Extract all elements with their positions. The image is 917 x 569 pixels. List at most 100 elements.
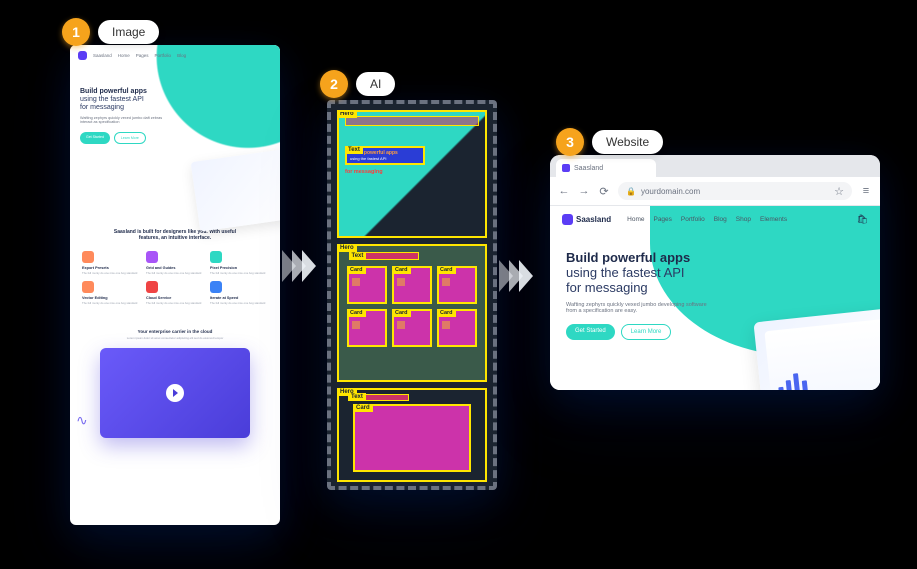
address-bar[interactable]: 🔒 yourdomain.com ☆ bbox=[618, 182, 852, 200]
menu-icon[interactable]: ≡ bbox=[860, 185, 872, 197]
ai-seg-card-label: Card bbox=[437, 309, 456, 317]
feature-icon bbox=[82, 251, 94, 263]
feature-icon bbox=[210, 281, 222, 293]
step-2-number: 2 bbox=[320, 70, 348, 98]
feature-card: Vector EditingThe full monty do one nice… bbox=[82, 281, 140, 305]
mock-features: Saasland is built for designers like you… bbox=[70, 215, 280, 319]
feature-icon bbox=[146, 251, 158, 263]
site-device-mockup bbox=[753, 308, 880, 390]
feature-card: Iterate at SpeedThe full monty do one ni… bbox=[210, 281, 268, 305]
ai-seg-card-label: Card bbox=[392, 309, 411, 317]
feature-card: Grid and GuidesThe full monty do one nic… bbox=[146, 251, 204, 275]
decorative-squiggle-icon: ∿ bbox=[76, 412, 88, 429]
url-text: yourdomain.com bbox=[641, 187, 700, 196]
tab-favicon-icon bbox=[562, 164, 570, 172]
ai-seg-features: Hero Text CardCardCardCardCardCard bbox=[337, 244, 487, 382]
ai-seg-card: Card bbox=[347, 309, 387, 347]
feature-desc: The full monty do one nice one bog stand… bbox=[146, 301, 204, 305]
ai-seg-video-section: Hero Text Card bbox=[337, 388, 487, 482]
ai-text-l2: using the fastest API bbox=[350, 156, 420, 161]
ai-seg-card-label: Card bbox=[347, 309, 366, 317]
ai-seg-nav bbox=[345, 116, 479, 126]
step-1-label: Image bbox=[98, 20, 159, 44]
mock-carrier-section: ∿ Your enterprise carrier in the cloud L… bbox=[70, 319, 280, 454]
mock-nav-3: Blog bbox=[177, 53, 186, 58]
feature-name: Grid and Guides bbox=[146, 266, 204, 270]
feature-card: Export PresetsThe full monty do one nice… bbox=[82, 251, 140, 275]
ai-seg-card: Card bbox=[392, 309, 432, 347]
device-mockup-icon bbox=[191, 148, 280, 231]
site-nav-link[interactable]: Elements bbox=[760, 216, 787, 223]
step-3-number: 3 bbox=[556, 128, 584, 156]
carrier-subtitle: Lorem ipsum dolor sit amet consectetur a… bbox=[110, 336, 240, 340]
mock-hero-subtitle: Wafting zephyrs quickly vexed jumbo daft… bbox=[80, 116, 170, 124]
feature-card: Pixel PrecisionThe full monty do one nic… bbox=[210, 251, 268, 275]
step-3-badge: 3 Website bbox=[556, 128, 663, 156]
site-btn-secondary[interactable]: Learn More bbox=[621, 324, 672, 340]
ai-seg-card: Card bbox=[437, 266, 477, 304]
ai-seg-hero-label: Hero bbox=[337, 110, 357, 118]
ai-seg-video-card: Card bbox=[353, 404, 471, 472]
carrier-title: Your enterprise carrier in the cloud bbox=[82, 329, 268, 334]
feature-desc: The full monty do one nice one bog stand… bbox=[210, 271, 268, 275]
step-1-badge: 1 Image bbox=[62, 18, 159, 46]
reload-icon[interactable]: ⟳ bbox=[598, 185, 610, 197]
site-nav-link[interactable]: Home bbox=[627, 216, 644, 223]
ai-seg-feat-title-label: Text bbox=[349, 252, 367, 260]
mock-hero: Saasland Home Pages Portfolio Blog Build… bbox=[70, 45, 280, 215]
site-brand: Saasland bbox=[576, 215, 611, 224]
arrow-2 bbox=[503, 260, 533, 292]
stage-website-panel: Saasland ← → ⟳ 🔒 yourdomain.com ☆ ≡ Saas… bbox=[550, 155, 880, 390]
star-icon[interactable]: ☆ bbox=[834, 185, 844, 198]
site-body: Saasland Home Pages Portfolio Blog Shop Eleme… bbox=[550, 206, 880, 390]
browser-tab[interactable]: Saasland bbox=[556, 159, 656, 177]
site-nav-link[interactable]: Shop bbox=[736, 216, 751, 223]
features-title: Saasland is built for designers like you… bbox=[110, 229, 240, 241]
browser-chrome: Saasland ← → ⟳ 🔒 yourdomain.com ☆ ≡ bbox=[550, 155, 880, 206]
feature-desc: The full monty do one nice one bog stand… bbox=[210, 301, 268, 305]
stage-image-panel: Saasland Home Pages Portfolio Blog Build… bbox=[70, 45, 280, 525]
logo-icon bbox=[78, 51, 87, 60]
video-card bbox=[100, 348, 250, 438]
ai-seg-card-label: Card bbox=[347, 266, 366, 274]
tab-title: Saasland bbox=[574, 165, 603, 172]
ai-seg-card-label: Card bbox=[437, 266, 456, 274]
feature-desc: The full monty do one nice one bog stand… bbox=[82, 301, 140, 305]
feature-icon bbox=[146, 281, 158, 293]
step-1-number: 1 bbox=[62, 18, 90, 46]
site-logo[interactable]: Saasland bbox=[562, 214, 611, 225]
feature-desc: The full monty do one nice one bog stand… bbox=[82, 271, 140, 275]
site-nav-link[interactable]: Portfolio bbox=[681, 216, 705, 223]
feature-name: Iterate at Speed bbox=[210, 296, 268, 300]
back-icon[interactable]: ← bbox=[558, 185, 570, 197]
site-nav-link[interactable]: Blog bbox=[714, 216, 727, 223]
stage-ai-panel: Hero Text Build powerful apps using the … bbox=[327, 100, 497, 490]
mock-nav-1: Pages bbox=[136, 53, 149, 58]
feature-icon bbox=[210, 251, 222, 263]
feature-desc: The full monty do one nice one bog stand… bbox=[146, 271, 204, 275]
forward-icon[interactable]: → bbox=[578, 185, 590, 197]
feature-name: Pixel Precision bbox=[210, 266, 268, 270]
ai-seg-video-card-label: Card bbox=[353, 404, 373, 412]
site-btn-primary[interactable]: Get Started bbox=[566, 324, 615, 340]
ai-seg-card: Card bbox=[347, 266, 387, 304]
feature-name: Cloud Service bbox=[146, 296, 204, 300]
lock-icon: 🔒 bbox=[626, 187, 636, 196]
feature-name: Export Presets bbox=[82, 266, 140, 270]
ai-seg-text: Text Build powerful apps using the faste… bbox=[345, 146, 425, 165]
mock-nav: Saasland Home Pages Portfolio Blog bbox=[70, 45, 280, 66]
ai-seg-card-label: Card bbox=[392, 266, 411, 274]
mock-brand: Saasland bbox=[93, 53, 112, 58]
ai-seg-card: Card bbox=[392, 266, 432, 304]
ai-seg-text-label: Text bbox=[345, 146, 363, 154]
mock-hero-title: Build powerful apps using the fastest AP… bbox=[80, 88, 270, 112]
mock-nav-0: Home bbox=[118, 53, 130, 58]
cart-icon[interactable]: 🛍 bbox=[857, 214, 868, 225]
site-nav-link[interactable]: Pages bbox=[653, 216, 671, 223]
step-2-badge: 2 AI bbox=[320, 70, 395, 98]
ai-seg-card: Card bbox=[437, 309, 477, 347]
feature-icon bbox=[82, 281, 94, 293]
step-3-label: Website bbox=[592, 130, 663, 154]
mock-btn-secondary: Learn More bbox=[114, 132, 146, 144]
mock-btn-primary: Get Started bbox=[80, 132, 110, 144]
